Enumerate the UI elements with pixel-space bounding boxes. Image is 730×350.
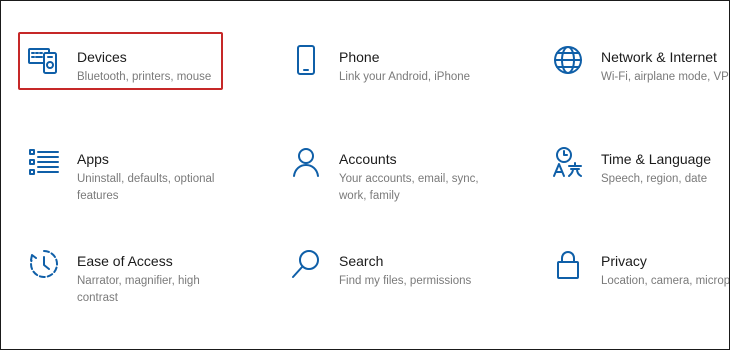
tile-title: Apps [77,151,109,167]
tile-description: Link your Android, iPhone [339,71,471,83]
apps-list-icon [27,145,61,179]
tile-privacy[interactable]: Privacy Location, camera, microphone [543,237,730,307]
tile-accounts[interactable]: Accounts Your accounts, email, sync, wor… [281,135,491,205]
lock-icon [551,247,585,281]
ease-of-access-icon [27,247,61,281]
search-icon [289,247,323,281]
tile-apps[interactable]: Apps Uninstall, defaults, optional featu… [19,135,229,205]
tile-description: Location, camera, microphone [601,275,730,287]
tile-title: Search [339,253,384,269]
devices-icon [27,43,61,77]
tile-search[interactable]: Search Find my files, permissions [281,237,491,307]
tile-title: Privacy [601,253,647,269]
tile-description: Your accounts, email, sync, work, family [339,173,479,202]
tile-title: Time & Language [601,151,711,167]
tile-title: Network & Internet [601,49,717,65]
tile-title: Phone [339,49,380,65]
tile-description: Bluetooth, printers, mouse [77,71,212,83]
tile-description: Speech, region, date [601,173,708,185]
tile-network-internet[interactable]: Network & Internet Wi-Fi, airplane mode,… [543,33,730,103]
tile-description: Find my files, permissions [339,275,472,287]
tile-title: Devices [77,49,127,65]
tile-title: Ease of Access [77,253,173,269]
tile-description: Uninstall, defaults, optional features [77,173,215,202]
settings-grid: Devices Bluetooth, printers, mouse Phone… [0,0,730,350]
tile-ease-of-access[interactable]: Ease of Access Narrator, magnifier, high… [19,237,229,307]
person-icon [289,145,323,179]
globe-icon [551,43,585,77]
tile-title: Accounts [339,151,397,167]
tile-description: Narrator, magnifier, high contrast [77,275,200,304]
tile-description: Wi-Fi, airplane mode, VPN [601,71,730,83]
tile-phone[interactable]: Phone Link your Android, iPhone [281,33,491,103]
tile-time-language[interactable]: Time & Language Speech, region, date [543,135,729,205]
time-language-icon [551,145,585,179]
tile-devices[interactable]: Devices Bluetooth, printers, mouse [19,33,229,103]
phone-icon [289,43,323,77]
